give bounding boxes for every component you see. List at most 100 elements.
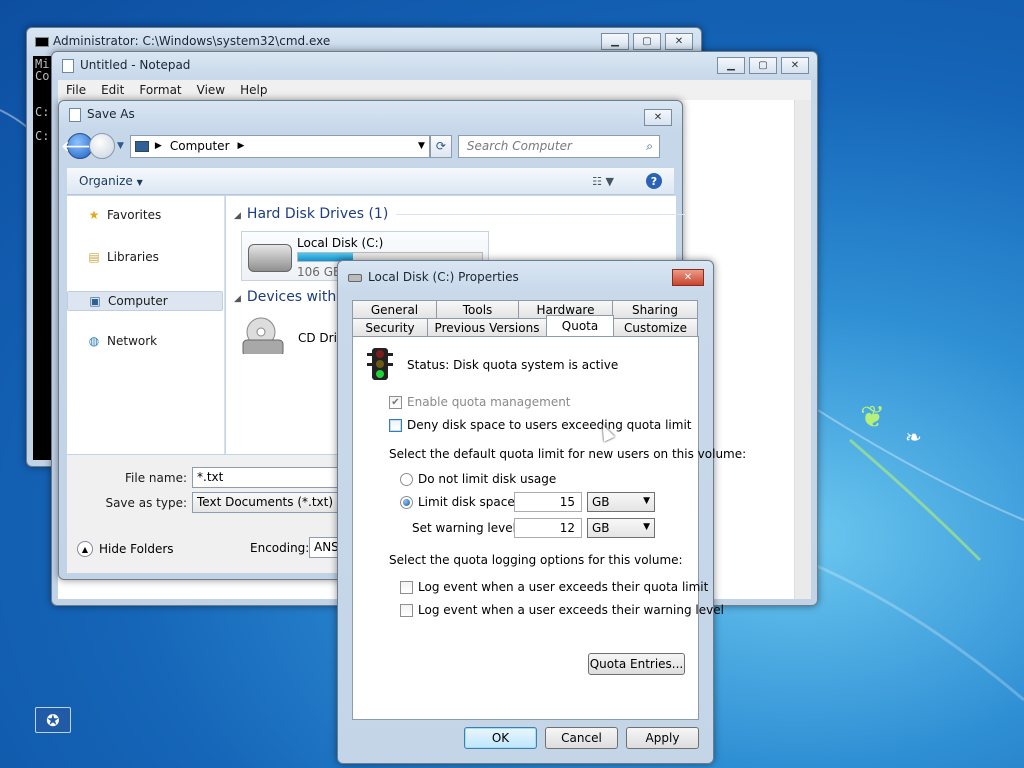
chevron-down-icon: ▼: [643, 496, 650, 506]
cd-drive-icon: [242, 317, 284, 354]
address-bar[interactable]: ▶ Computer ▶ ▼: [129, 134, 430, 158]
tab-general[interactable]: General: [352, 300, 437, 318]
close-icon[interactable]: ✕: [665, 33, 693, 50]
drive-size: 106 GB: [297, 265, 342, 279]
properties-title: Local Disk (C:) Properties: [348, 270, 519, 284]
tab-row-top: General Tools Hardware Sharing: [352, 300, 698, 318]
tab-previous-versions[interactable]: Previous Versions: [427, 318, 547, 336]
no-limit-radio[interactable]: Do not limit disk usage: [400, 472, 556, 486]
properties-caption-buttons: ✕: [672, 269, 704, 286]
menu-format[interactable]: Format: [139, 83, 181, 97]
computer-icon: ▣: [89, 294, 101, 308]
file-name-input[interactable]: *.txt: [192, 467, 342, 488]
menu-edit[interactable]: Edit: [101, 83, 124, 97]
notepad-caption-buttons: ▁ ▢ ✕: [717, 57, 809, 74]
local-disk-properties-dialog[interactable]: Local Disk (C:) Properties ✕ General Too…: [337, 260, 746, 764]
save-type-select[interactable]: Text Documents (*.txt): [192, 492, 342, 513]
accessibility-icon[interactable]: ✪: [35, 707, 71, 733]
cmd-title: Administrator: C:\Windows\system32\cmd.e…: [35, 34, 330, 48]
hard-disk-drives-header[interactable]: ◢ Hard Disk Drives (1): [234, 206, 687, 222]
breadcrumb-computer[interactable]: Computer: [170, 139, 230, 153]
search-placeholder: Search Computer: [466, 139, 572, 153]
file-name-label: File name:: [125, 471, 187, 485]
navigation-row: 🡐 ▼ ▶ Computer ▶ ▼ ⟳ Search Computer ⌕: [61, 131, 674, 161]
views-button[interactable]: ☷ ▼: [592, 175, 614, 188]
warning-unit-select[interactable]: GB ▼: [587, 518, 655, 538]
collapse-arrow-icon: ◢: [234, 294, 241, 304]
limit-value-input[interactable]: 15: [514, 492, 582, 512]
enable-quota-checkbox[interactable]: ✔ Enable quota management: [389, 395, 571, 409]
command-bar: Organize ▼ ☷ ▼ ?: [67, 167, 674, 195]
save-as-icon: [69, 107, 81, 122]
chevron-down-icon: ▼: [136, 178, 143, 187]
libraries-icon: ▤: [88, 250, 100, 264]
devices-header[interactable]: ◢ Devices with R: [234, 289, 350, 305]
network-icon: ◍: [88, 334, 100, 348]
deny-disk-space-checkbox[interactable]: Deny disk space to users exceeding quota…: [389, 418, 691, 432]
close-icon[interactable]: ✕: [644, 109, 672, 126]
limit-disk-space-radio[interactable]: Limit disk space to: [400, 495, 531, 509]
nav-computer[interactable]: ▣ Computer: [67, 291, 223, 311]
ok-button[interactable]: OK: [464, 727, 537, 749]
nav-favorites[interactable]: ★ Favorites: [85, 208, 162, 222]
menu-view[interactable]: View: [197, 83, 225, 97]
help-icon[interactable]: ?: [646, 173, 662, 189]
tab-customize[interactable]: Customize: [613, 318, 698, 336]
address-dropdown-icon[interactable]: ▼: [418, 141, 425, 151]
nav-libraries[interactable]: ▤ Libraries: [85, 250, 159, 264]
bird-icon: ❦: [860, 400, 886, 435]
traffic-light-icon: [367, 348, 393, 380]
maximize-icon[interactable]: ▢: [633, 33, 661, 50]
nav-network[interactable]: ◍ Network: [85, 334, 157, 348]
hide-folders-button[interactable]: ▲ Hide Folders: [77, 541, 174, 557]
cmd-caption-buttons: ▁ ▢ ✕: [601, 33, 693, 50]
tab-sharing[interactable]: Sharing: [612, 300, 698, 318]
recent-pages-dropdown-icon[interactable]: ▼: [117, 141, 124, 151]
close-icon[interactable]: ✕: [672, 269, 704, 286]
menu-file[interactable]: File: [66, 83, 86, 97]
search-input[interactable]: Search Computer ⌕: [457, 134, 660, 158]
quota-tab-panel: Status: Disk quota system is active ✔ Ena…: [352, 336, 746, 720]
chevron-down-icon: ▼: [643, 522, 650, 532]
cmd-icon: [35, 36, 49, 47]
organize-button[interactable]: Organize ▼: [79, 174, 143, 188]
refresh-button[interactable]: ⟳: [429, 134, 452, 158]
notepad-title: Untitled - Notepad: [62, 58, 190, 73]
search-icon: ⌕: [646, 138, 653, 153]
notepad-menubar: File Edit Format View Help: [58, 80, 811, 100]
star-icon: ★: [88, 208, 100, 222]
warning-value-input[interactable]: 12: [514, 518, 582, 538]
log-warning-level-checkbox[interactable]: Log event when a user exceeds their warn…: [400, 603, 724, 617]
tab-tools[interactable]: Tools: [436, 300, 519, 318]
quota-entries-button[interactable]: Quota Entries...: [588, 653, 685, 675]
computer-icon: [134, 140, 149, 152]
breadcrumb-arrow-icon[interactable]: ▶: [238, 141, 245, 151]
default-limit-heading: Select the default quota limit for new u…: [389, 447, 747, 461]
checkmark-icon: ✔: [389, 395, 402, 409]
drive-icon: [348, 273, 362, 282]
tab-quota[interactable]: Quota: [546, 315, 614, 336]
log-quota-limit-checkbox[interactable]: Log event when a user exceeds their quot…: [400, 580, 708, 594]
forward-button[interactable]: [89, 133, 115, 159]
drive-name: Local Disk (C:): [297, 236, 384, 250]
limit-unit-select[interactable]: GB ▼: [587, 492, 655, 512]
collapse-icon: ▲: [77, 541, 93, 557]
apply-button[interactable]: Apply: [626, 727, 699, 749]
tab-security[interactable]: Security: [352, 318, 428, 336]
navigation-pane: ★ Favorites ▤ Libraries ▣ Computer ◍ Network: [67, 196, 225, 454]
notepad-icon: [62, 58, 74, 73]
minimize-icon[interactable]: ▁: [601, 33, 629, 50]
quota-status-text: Status: Disk quota system is active: [407, 358, 619, 372]
maximize-icon[interactable]: ▢: [749, 57, 777, 74]
menu-help[interactable]: Help: [240, 83, 267, 97]
collapse-arrow-icon: ◢: [234, 211, 241, 221]
save-as-title: Save As: [69, 107, 135, 122]
logging-heading: Select the quota logging options for thi…: [389, 553, 683, 567]
vertical-scrollbar[interactable]: [794, 100, 811, 599]
breadcrumb-arrow-icon[interactable]: ▶: [155, 141, 162, 151]
minimize-icon[interactable]: ▁: [717, 57, 745, 74]
cancel-button[interactable]: Cancel: [545, 727, 618, 749]
save-as-caption-buttons: ✕: [644, 109, 672, 126]
close-icon[interactable]: ✕: [781, 57, 809, 74]
tab-row-bottom: Security Previous Versions Quota Customi…: [352, 315, 698, 336]
